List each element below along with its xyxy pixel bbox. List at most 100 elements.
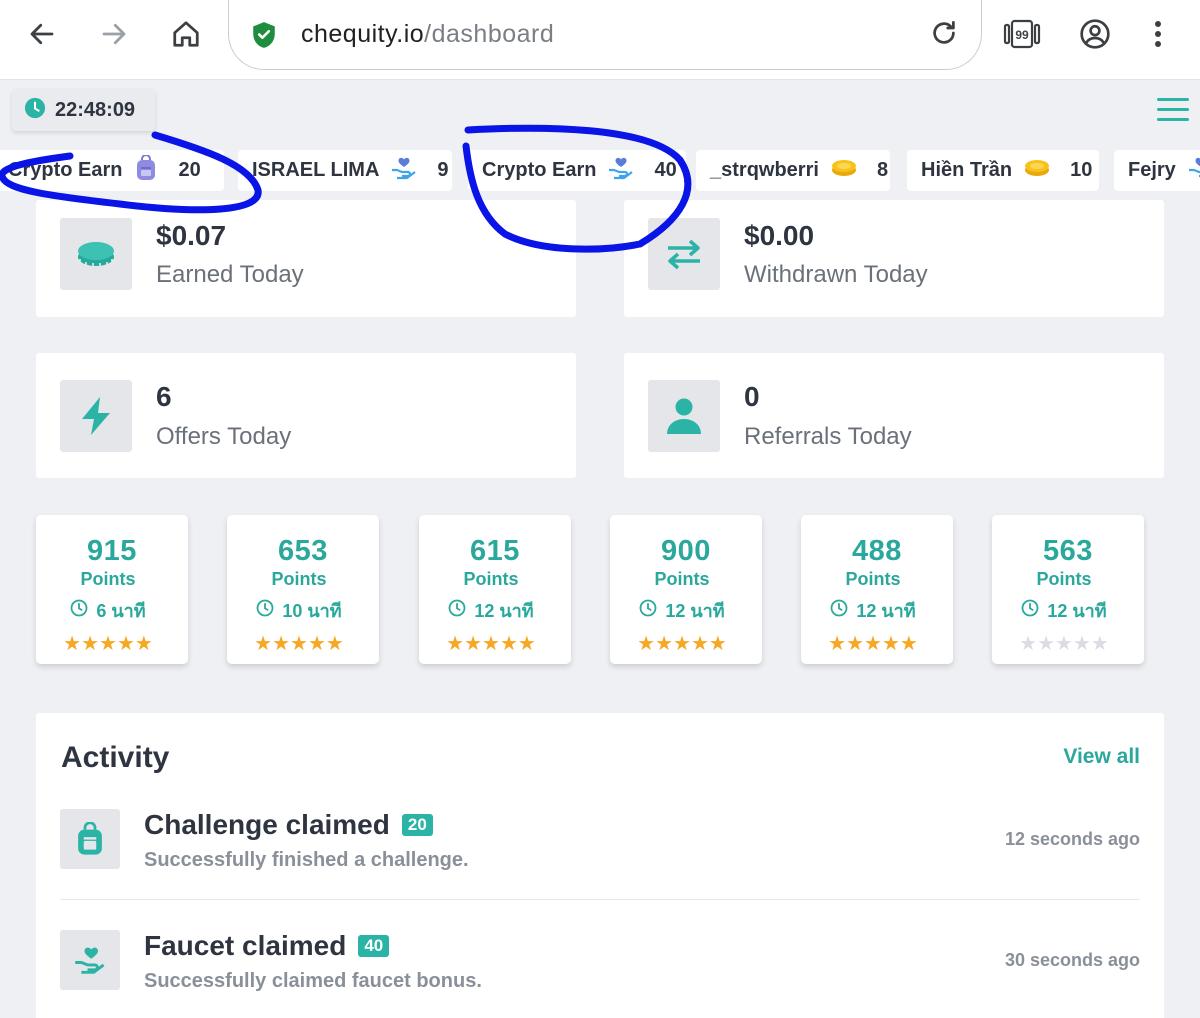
offer-points: 900 <box>661 535 711 567</box>
offer-duration: 12 นาที <box>1047 601 1107 621</box>
clock-icon <box>1021 599 1039 622</box>
stat-label: Earned Today <box>156 261 304 288</box>
stat-label: Withdrawn Today <box>744 261 928 288</box>
ticker-item: ISRAEL LIMA 9 <box>238 150 452 191</box>
activity-panel: Activity View all Challenge claimed 20 S… <box>36 713 1164 1018</box>
star-filled-icon: ★ <box>517 633 536 655</box>
ticker-name: ISRAEL LIMA <box>252 159 380 181</box>
star-filled-icon: ★ <box>254 633 273 655</box>
offer-duration: 12 นาที <box>856 601 916 621</box>
menu-icon[interactable] <box>1157 98 1189 122</box>
hand-heart-icon <box>1188 156 1200 185</box>
stat-value: $0.07 <box>156 220 227 251</box>
star-empty-icon: ★ <box>1037 633 1056 655</box>
url-path: /dashboard <box>424 20 555 48</box>
user-icon <box>648 380 720 452</box>
clock-icon <box>448 599 466 622</box>
ticker-name: Fejry <box>1128 159 1176 181</box>
ticker-name: Crypto Earn <box>482 159 597 181</box>
live-ticker: Crypto Earn 20 ISRAEL LIMA 9 Crypto Earn… <box>0 142 1200 200</box>
transfer-icon <box>648 218 720 290</box>
activity-name: Faucet claimed <box>144 930 347 961</box>
coin-icon <box>60 218 132 290</box>
home-icon[interactable] <box>162 10 210 58</box>
activity-description: Successfully finished a challenge. <box>144 849 469 871</box>
activity-description: Successfully claimed faucet bonus. <box>144 970 482 992</box>
star-filled-icon: ★ <box>325 633 344 655</box>
backpack-icon <box>60 809 120 869</box>
stat-label: Offers Today <box>156 423 292 450</box>
tabs-icon[interactable]: 99 <box>998 10 1046 58</box>
ticker-item: Fejry <box>1114 150 1200 191</box>
offer-card[interactable]: 915 Points 6 นาที ★★★★★ <box>36 515 188 664</box>
star-filled-icon: ★ <box>290 633 308 655</box>
star-filled-icon: ★ <box>655 633 674 655</box>
stat-value: 0 <box>744 381 760 412</box>
offer-card[interactable]: 488 Points 12 นาที ★★★★★ <box>801 515 953 664</box>
points-badge: 40 <box>358 935 390 957</box>
star-filled-icon: ★ <box>99 633 117 655</box>
url-text[interactable]: chequity.io/dashboard <box>301 20 554 49</box>
offer-duration: 6 นาที <box>96 601 146 621</box>
backpack-icon <box>134 154 158 186</box>
browser-toolbar: chequity.io/dashboard 99 <box>0 0 1200 80</box>
hand-heart-icon <box>608 156 634 185</box>
offer-points: 615 <box>470 535 520 567</box>
offer-points-label: Points <box>80 569 136 589</box>
star-filled-icon: ★ <box>307 633 326 655</box>
more-icon[interactable] <box>1134 10 1182 58</box>
stat-card-referrals: 0 Referrals Today <box>624 353 1164 478</box>
ticker-value: 20 <box>178 159 201 181</box>
shield-check-icon[interactable] <box>251 21 277 54</box>
offer-card[interactable]: 900 Points 12 นาที ★★★★★ <box>610 515 762 664</box>
view-all-link[interactable]: View all <box>1063 745 1140 769</box>
ticker-item: _strqwberri 8 <box>696 150 890 191</box>
offer-card[interactable]: 653 Points 10 นาที ★★★★★ <box>227 515 379 664</box>
account-icon[interactable] <box>1071 10 1119 58</box>
rating-stars: ★★★★★ <box>28 633 188 655</box>
divider <box>60 899 1140 900</box>
star-filled-icon: ★ <box>81 633 100 655</box>
star-filled-icon: ★ <box>134 633 153 655</box>
offer-card[interactable]: 615 Points 12 นาที ★★★★★ <box>419 515 571 664</box>
back-icon[interactable] <box>18 10 66 58</box>
offer-card[interactable]: 563 Points 12 นาที ★★★★★ <box>992 515 1144 664</box>
rating-stars: ★★★★★ <box>793 633 953 655</box>
star-filled-icon: ★ <box>482 633 500 655</box>
activity-item: Challenge claimed 20 Successfully finish… <box>60 809 1140 909</box>
ticker-item: Hiền Trần 10 <box>907 150 1099 191</box>
star-filled-icon: ★ <box>446 633 465 655</box>
stat-card-withdrawn: $0.00 Withdrawn Today <box>624 200 1164 317</box>
ticker-value: 40 <box>654 159 677 181</box>
rating-stars: ★★★★★ <box>411 633 571 655</box>
rating-stars: ★★★★★ <box>219 633 379 655</box>
activity-time: 12 seconds ago <box>1004 829 1140 849</box>
hand-heart-icon <box>391 156 417 185</box>
ticker-item: Crypto Earn 20 <box>0 150 224 191</box>
star-filled-icon: ★ <box>864 633 882 655</box>
ticker-value: 8 <box>876 159 889 181</box>
rating-stars: ★★★★★ <box>984 633 1144 655</box>
clock-icon <box>24 97 46 124</box>
stat-value: 6 <box>156 381 172 412</box>
forward-icon[interactable] <box>90 10 138 58</box>
star-filled-icon: ★ <box>881 633 900 655</box>
points-badge: 20 <box>401 814 433 836</box>
star-filled-icon: ★ <box>673 633 691 655</box>
offer-duration: 12 นาที <box>665 601 725 621</box>
star-filled-icon: ★ <box>116 633 135 655</box>
lightning-icon <box>60 380 132 452</box>
address-bar[interactable]: chequity.io/dashboard <box>228 0 982 70</box>
url-domain: chequity.io <box>301 20 425 48</box>
stat-card-offers: 6 Offers Today <box>36 353 576 478</box>
clock-icon <box>830 599 848 622</box>
offer-points: 563 <box>1043 535 1093 567</box>
activity-item: Faucet claimed 40 Successfully claimed f… <box>60 930 1140 1018</box>
star-filled-icon: ★ <box>828 633 847 655</box>
star-filled-icon: ★ <box>464 633 483 655</box>
offer-points: 488 <box>852 535 902 567</box>
reload-icon[interactable] <box>929 18 959 53</box>
star-filled-icon: ★ <box>63 633 82 655</box>
clock-icon <box>70 599 88 622</box>
offer-points: 915 <box>87 535 137 567</box>
